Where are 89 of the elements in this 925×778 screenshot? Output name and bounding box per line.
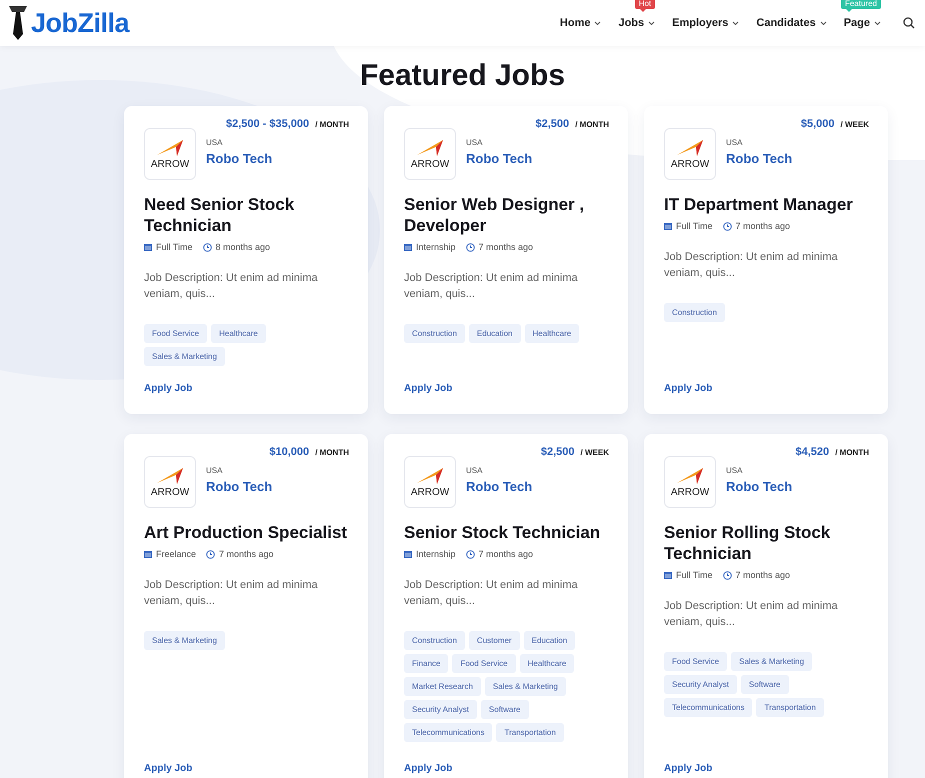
logo-text: ARROW — [150, 159, 190, 170]
salary-text: $4,520 / MONTH — [796, 446, 869, 458]
job-type: Full Time — [676, 570, 713, 580]
nav-menu-item[interactable]: Page — [844, 17, 881, 29]
job-type: Full Time — [156, 242, 193, 252]
category-tag[interactable]: Telecommunications — [664, 698, 752, 717]
apply-job-link[interactable]: Apply Job — [664, 367, 868, 394]
company-name: Robo Tech — [206, 151, 272, 166]
country-text: USA — [206, 466, 224, 475]
category-tag[interactable]: Software — [480, 700, 528, 719]
logo-text: ARROW — [410, 487, 450, 498]
salary-text: $2,500 / WEEK — [540, 446, 609, 458]
apply-job-link[interactable]: Apply Job — [404, 747, 608, 774]
category-tag[interactable]: Food Service — [664, 652, 728, 671]
salary-text: $5,000 / WEEK — [800, 118, 869, 130]
country-text: USA — [466, 466, 484, 475]
nav-menu-item[interactable]: Candidates — [756, 17, 827, 29]
company-name: Robo Tech — [206, 479, 272, 494]
category-tag[interactable]: Sales & Marketing — [731, 652, 812, 671]
category-tag[interactable]: Transportation — [756, 698, 824, 717]
category-tag[interactable]: Security Analyst — [404, 700, 477, 719]
job-type: Full Time — [676, 221, 713, 231]
category-tag[interactable]: Education — [524, 631, 576, 650]
category-tag[interactable]: Sales & Marketing — [144, 631, 225, 650]
logo-text: ARROW — [150, 487, 190, 498]
apply-job-link[interactable]: Apply Job — [664, 747, 868, 774]
country-text: USA — [206, 138, 224, 147]
logo-text: ARROW — [670, 159, 710, 170]
job-title: Senior Stock Technician — [404, 522, 602, 543]
salary-text: $2,500 / MONTH — [536, 118, 609, 130]
job-description: Job Description: Ut enim ad minima veniam, quis... — [664, 250, 839, 281]
company-name: Robo Tech — [726, 151, 792, 166]
nav-badge: Hot — [634, 0, 656, 9]
job-description: Job Description: Ut enim ad minima veniam, quis... — [664, 599, 839, 630]
posted-time: 7 months ago — [478, 242, 534, 252]
category-tag[interactable]: Healthcare — [211, 324, 266, 343]
nav-menu-item[interactable]: Home — [560, 17, 602, 29]
posted-time: 7 months ago — [219, 549, 274, 559]
country-text: USA — [726, 466, 744, 475]
country-text: USA — [466, 138, 484, 147]
salary-text: $2,500 - $35,000 / MONTH — [226, 118, 349, 130]
apply-job-link[interactable]: Apply Job — [404, 367, 608, 394]
job-title: Senior Web Designer , Developer — [404, 194, 586, 236]
nav-menu-item[interactable]: Jobs — [618, 17, 656, 29]
category-tag[interactable]: Security Analyst — [664, 675, 737, 694]
category-tag[interactable]: Sales & Marketing — [144, 347, 225, 366]
category-tag[interactable]: Construction — [404, 631, 465, 650]
posted-time: 7 months ago — [478, 549, 534, 559]
category-tag[interactable]: Healthcare — [524, 324, 580, 343]
posted-time: 7 months ago — [736, 570, 790, 580]
category-tag[interactable]: Food Service — [144, 324, 208, 343]
category-tag[interactable]: Construction — [404, 324, 465, 343]
country-text: USA — [726, 138, 744, 147]
job-title: Need Senior Stock Technician — [144, 194, 296, 236]
category-tag[interactable]: Sales & Marketing — [484, 677, 566, 696]
job-title: Senior Rolling Stock Technician — [664, 522, 832, 564]
nav-badge: Featured — [840, 0, 881, 9]
category-tag[interactable]: Food Service — [452, 654, 516, 673]
logo-text: ARROW — [410, 159, 450, 170]
category-tag[interactable]: Education — [468, 324, 521, 343]
apply-job-link[interactable]: Apply Job — [144, 367, 348, 394]
job-type: Freelance — [156, 549, 196, 559]
company-name: Robo Tech — [726, 479, 792, 494]
job-description: Job Description: Ut enim ad minima veniam, quis... — [404, 578, 579, 609]
category-tag[interactable]: Software — [740, 675, 788, 694]
posted-time: 7 months ago — [736, 221, 790, 231]
category-tag[interactable]: Market Research — [404, 677, 481, 696]
job-description: Job Description: Ut enim ad minima veniam, quis... — [144, 271, 319, 302]
job-title: Art Production Specialist — [144, 522, 348, 543]
category-tag[interactable]: Construction — [664, 303, 725, 322]
job-type: Internship — [416, 549, 456, 559]
posted-time: 8 months ago — [216, 242, 270, 252]
job-description: Job Description: Ut enim ad minima veniam, quis... — [404, 271, 579, 302]
nav-menu-item[interactable]: Employers — [672, 17, 740, 29]
category-tag[interactable]: Customer — [468, 631, 520, 650]
job-description: Job Description: Ut enim ad minima veniam, quis... — [144, 578, 319, 609]
company-name: Robo Tech — [466, 479, 532, 494]
logo-text: JobZilla — [31, 8, 130, 38]
company-name: Robo Tech — [466, 151, 532, 166]
salary-text: $10,000 / MONTH — [269, 446, 349, 458]
logo-text: ARROW — [670, 487, 710, 498]
job-type: Internship — [416, 242, 456, 252]
apply-job-link[interactable]: Apply Job — [144, 747, 348, 774]
category-tag[interactable]: Finance — [404, 654, 448, 673]
category-tag[interactable]: Transportation — [496, 723, 564, 742]
category-tag[interactable]: Healthcare — [520, 654, 574, 673]
section-title: Featured Jobs — [360, 58, 566, 94]
job-title: IT Department Manager — [664, 194, 854, 215]
category-tag[interactable]: Telecommunications — [404, 723, 492, 742]
